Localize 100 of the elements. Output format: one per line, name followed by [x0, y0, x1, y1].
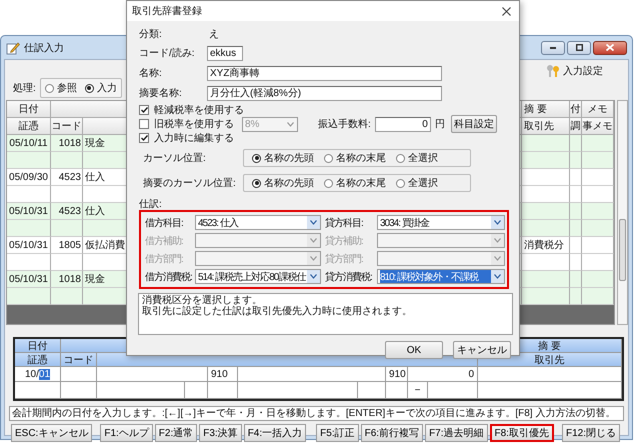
description-text: 消費税区分を選択します。 [142, 295, 263, 306]
status-bar: 会計期間内の日付を入力します。:[←][→]キーで年・月・日を移動します。[ENTER]キーで次の項目に進みます。[F8] 入力方法の切替。 [9, 406, 624, 421]
field-label: 貸方部門: [324, 252, 364, 266]
table-cell [522, 220, 570, 237]
maximize-button[interactable] [567, 40, 591, 54]
table-cell [582, 220, 614, 237]
radio-button[interactable] [396, 154, 405, 162]
maximize-icon [576, 44, 582, 51]
function-key-button[interactable]: F2:通常 [154, 424, 198, 442]
cancel-button[interactable]: キャンセル [453, 341, 511, 359]
field-label: 振込手数料: [318, 118, 371, 131]
column-header: 付 [570, 101, 582, 118]
field-label: 貸方消費税: [324, 270, 373, 284]
table-cell [582, 169, 614, 186]
dropdown[interactable]: 514: 課税売上対応80課税仕 [195, 269, 321, 284]
chevron-icon [494, 274, 501, 279]
table-cell [61, 382, 97, 399]
table-cell [15, 382, 61, 399]
table-cell [570, 152, 582, 169]
function-key-button[interactable]: F3:決算 [199, 424, 242, 442]
function-key-button[interactable]: F6:前行複写 [360, 424, 424, 442]
checkmark-icon [140, 135, 148, 141]
function-key-button[interactable]: F8:取引優先 [490, 424, 554, 442]
checkbox-label: 旧税率を使用する [154, 118, 235, 131]
date-input[interactable]: 10/01 [15, 367, 61, 382]
radio-label: 全選択 [408, 177, 438, 190]
field-label: 貸方補助: [324, 234, 364, 248]
checkbox[interactable] [139, 119, 149, 129]
code-input[interactable]: ekkus [207, 46, 243, 60]
chevron-icon [310, 256, 317, 261]
field-label: 摘要名称: [139, 86, 183, 100]
table-cell [7, 152, 51, 169]
chevron-icon [494, 220, 501, 225]
function-key-button[interactable]: F1:ヘルプ [100, 424, 153, 442]
field-label: カーソル位置: [142, 152, 207, 165]
function-key-button[interactable]: ESC:キャンセル [11, 424, 92, 442]
chevron-icon [287, 122, 294, 126]
table-cell [582, 152, 614, 169]
function-key-button[interactable]: F4:一括入力 [244, 424, 306, 442]
radio-label: 参照 [56, 82, 77, 95]
column-header: 事メモ [582, 118, 614, 135]
column-header: 日付 [7, 101, 51, 118]
dropdown[interactable]: 810: 課税対象外・不課税 [377, 269, 505, 284]
close-button[interactable] [593, 40, 627, 54]
chevron-icon [310, 220, 317, 225]
unit-label: 円 [434, 118, 445, 131]
close-icon[interactable] [502, 6, 511, 16]
summary-name-input[interactable]: 月分仕入(軽減8%分) [207, 86, 442, 100]
function-key-button[interactable]: F7:過去明細 [425, 424, 488, 442]
pencil-icon [6, 40, 20, 54]
chevron-icon [494, 238, 501, 243]
scrollbar-thumb[interactable] [619, 219, 626, 281]
table-cell [522, 152, 570, 169]
table-cell [428, 382, 478, 399]
amount-cell: 0 [408, 367, 478, 382]
dropdown[interactable]: 3034: 買掛金 [377, 215, 505, 230]
table-cell: 05/10/31 [7, 237, 51, 254]
category-value: え [208, 28, 219, 41]
scrollbar[interactable] [617, 100, 628, 325]
checkbox[interactable] [139, 133, 149, 143]
input-settings-button[interactable]: 入力設定 [545, 64, 603, 78]
function-key-button[interactable]: F5:訂正 [316, 424, 359, 442]
radio-button[interactable] [324, 178, 333, 188]
table-cell: 1805 [51, 237, 83, 254]
table-cell [208, 382, 238, 399]
key-icon [545, 64, 561, 78]
radio-button[interactable] [44, 84, 54, 92]
table-cell: 910 [386, 367, 408, 382]
dropdown[interactable]: 4523: 仕入 [195, 215, 321, 230]
table-cell [185, 382, 208, 399]
minimize-icon [550, 46, 556, 48]
function-key-button[interactable]: F12:閉じる [562, 424, 620, 442]
ok-button[interactable]: OK [385, 341, 443, 359]
description-text: 取引先に設定した仕訳は取引先優先入力時に使用されます。 [142, 306, 413, 317]
column-header: 調 [570, 118, 582, 135]
radio-button[interactable] [84, 84, 94, 92]
table-cell [358, 382, 386, 399]
column-header: 証憑 [7, 118, 51, 135]
column-header: コード [61, 353, 97, 367]
table-cell: 消費税分 [522, 237, 570, 254]
minimize-button[interactable] [541, 40, 565, 54]
radio-label: 名称の先頭 [264, 176, 314, 190]
checkbox[interactable] [139, 105, 149, 115]
radio-label: 名称の末尾 [336, 152, 386, 165]
field-label: 分類: [139, 28, 163, 41]
radio-button[interactable] [252, 154, 261, 162]
table-cell [61, 367, 97, 382]
name-input[interactable]: XYZ商事轉 [207, 66, 442, 80]
field-label: 借方部門: [145, 252, 184, 266]
account-settings-button[interactable]: 科目設定 [450, 115, 497, 133]
radio-label: 名称の末尾 [336, 176, 386, 190]
checkbox-label: 軽減税率を使用する [154, 104, 244, 117]
table-cell: 4523 [51, 169, 83, 186]
table-cell [582, 237, 614, 254]
transfer-fee-input[interactable]: 0 [374, 116, 431, 132]
radio-button[interactable] [396, 178, 405, 188]
table-cell [7, 220, 51, 237]
radio-button[interactable] [324, 154, 333, 162]
radio-button[interactable] [252, 178, 261, 188]
table-cell [522, 169, 570, 186]
